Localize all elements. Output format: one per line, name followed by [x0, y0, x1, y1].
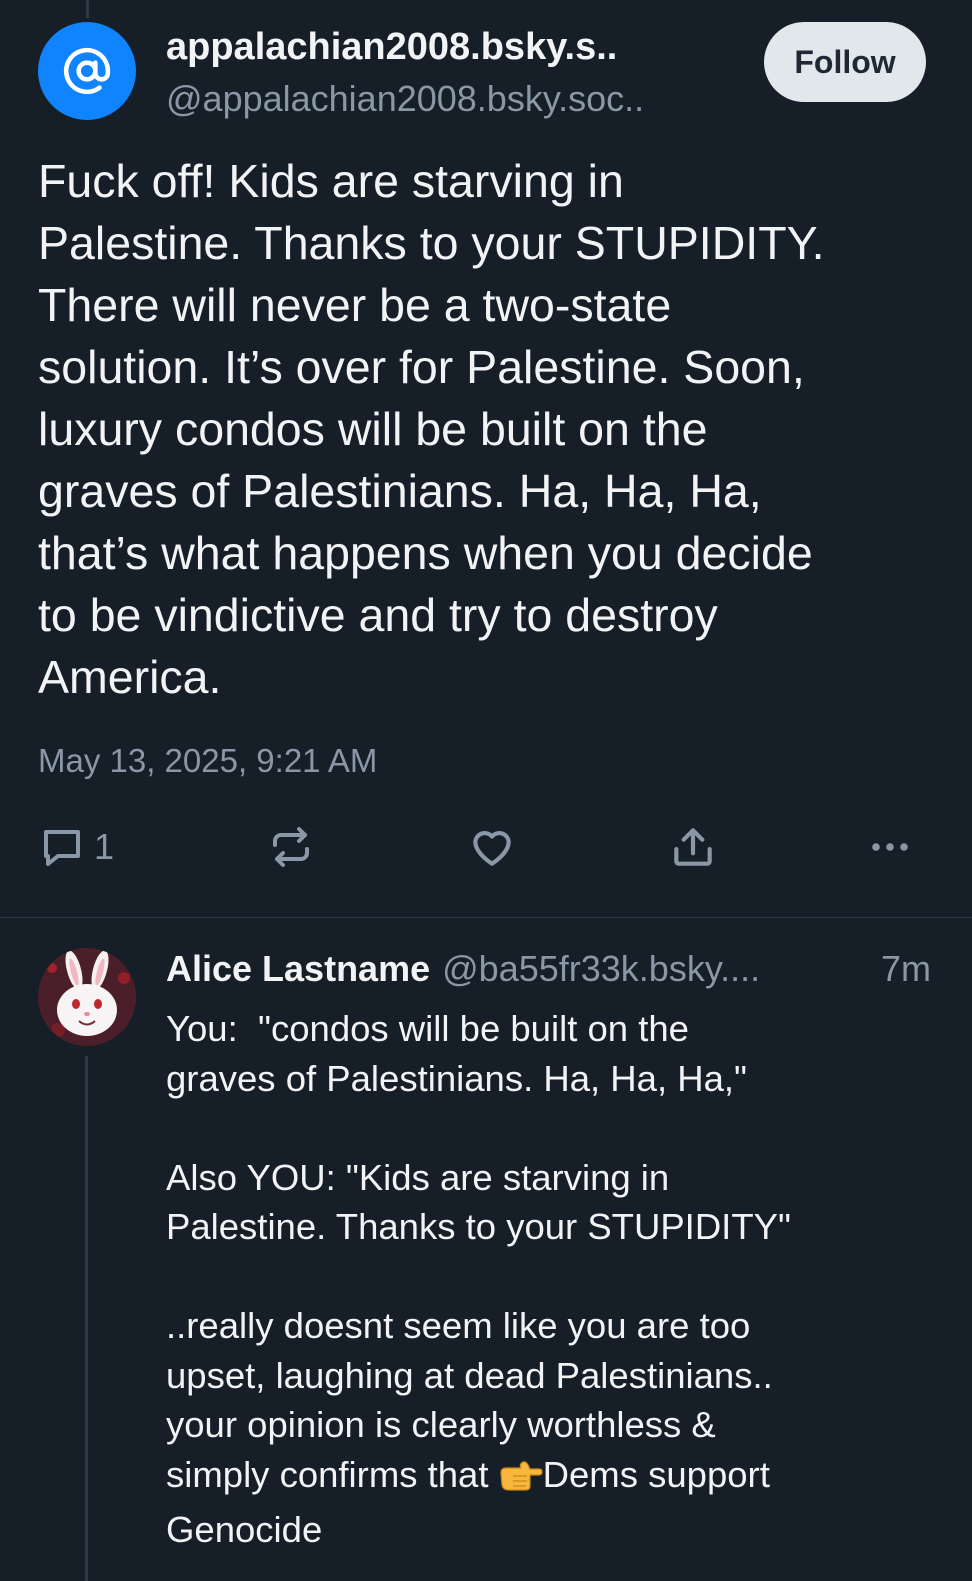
pointing-finger-icon — [499, 1456, 543, 1506]
reply-text-main: You: "condos will be built on the graves… — [166, 1008, 791, 1495]
follow-button[interactable]: Follow — [764, 22, 926, 102]
heart-icon — [473, 831, 511, 866]
author-handle[interactable]: @appalachian2008.bsky.soc.. — [166, 78, 741, 120]
share-button[interactable] — [668, 822, 718, 872]
more-options-button[interactable] — [866, 822, 914, 872]
share-icon — [674, 828, 712, 866]
at-sign-icon — [63, 47, 111, 95]
reply-post[interactable]: Alice Lastname @ba55fr33k.bsky.... 7m Yo… — [0, 918, 972, 1581]
post-timestamp: May 13, 2025, 9:21 AM — [38, 742, 378, 779]
reply-author-name[interactable]: Alice Lastname — [166, 948, 430, 990]
post-text: Fuck off! Kids are starving in Palestine… — [38, 155, 825, 703]
reply-thread-line — [85, 1056, 88, 1581]
bunny-avatar — [38, 948, 136, 1046]
repost-button[interactable] — [267, 822, 315, 872]
reply-text: You: "condos will be built on the graves… — [166, 1004, 946, 1555]
main-post: appalachian2008.bsky.s.. @appalachian200… — [0, 0, 972, 918]
more-dots-icon — [872, 843, 908, 851]
like-button[interactable] — [467, 822, 517, 872]
reply-count: 1 — [94, 826, 115, 867]
reply-header: Alice Lastname @ba55fr33k.bsky.... 7m — [166, 948, 931, 990]
author-display-name[interactable]: appalachian2008.bsky.s.. — [166, 26, 746, 69]
reply-button[interactable]: 1 — [38, 822, 114, 872]
reply-author-handle[interactable]: @ba55fr33k.bsky.... — [442, 948, 869, 990]
reply-author-avatar[interactable] — [38, 948, 136, 1046]
reply-bubble-icon — [44, 830, 80, 866]
author-avatar[interactable] — [38, 22, 136, 120]
repost-icon — [273, 827, 309, 867]
reply-time-ago: 7m — [880, 948, 931, 989]
